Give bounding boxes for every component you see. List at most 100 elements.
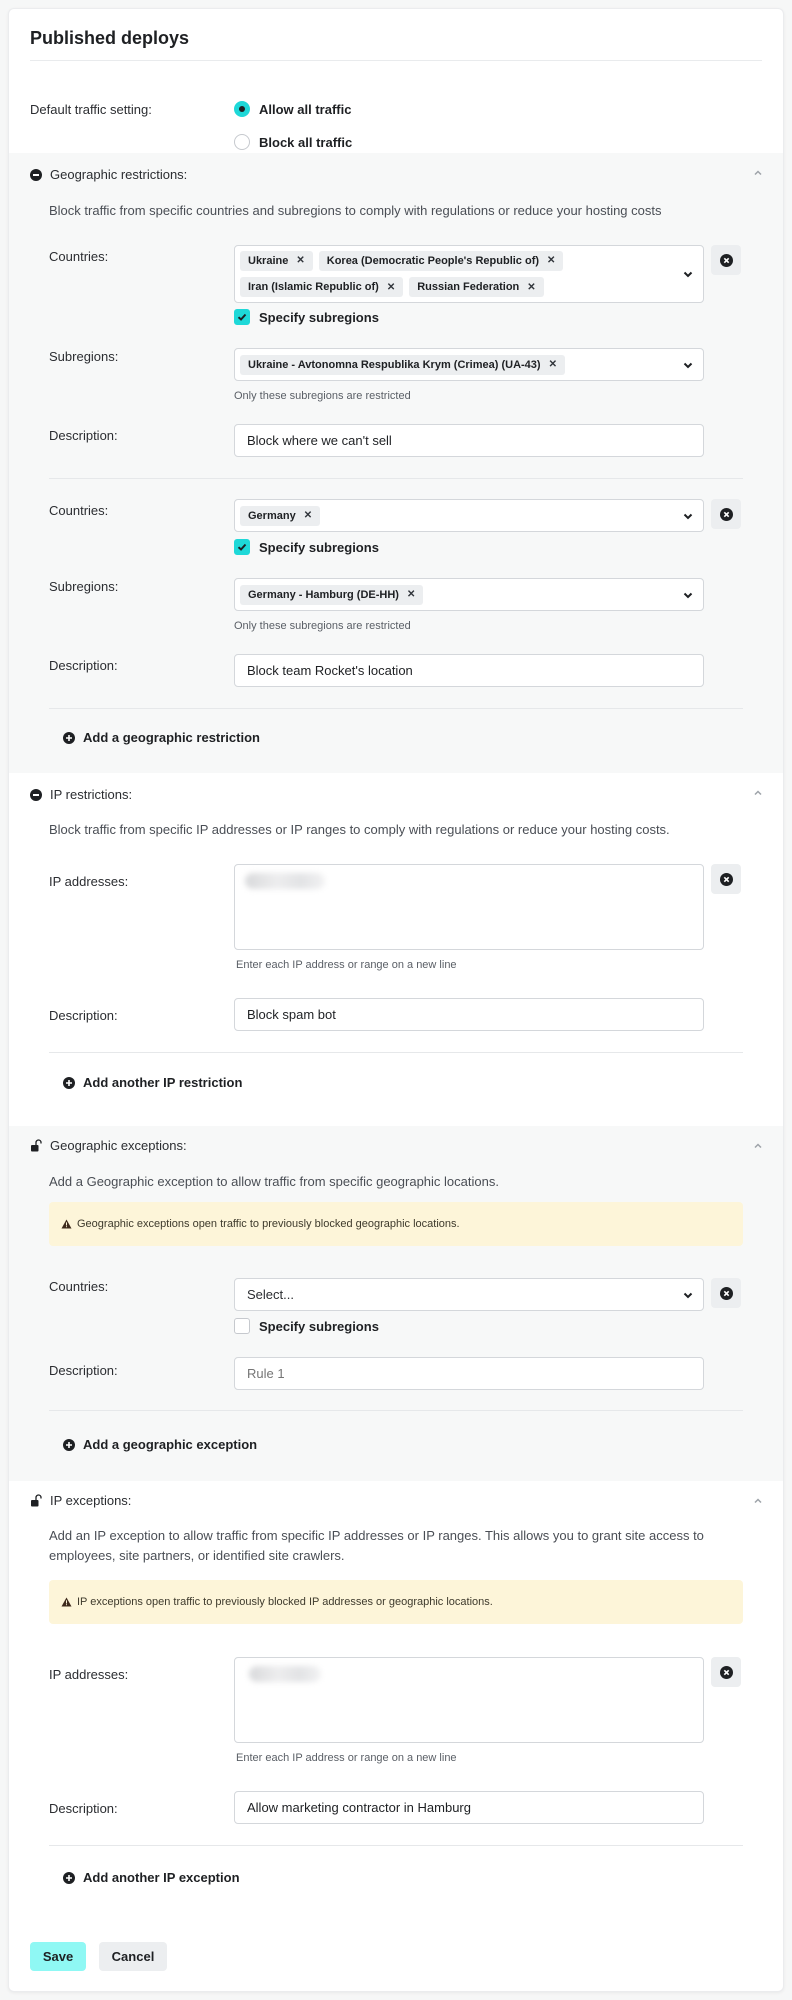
radio-selected-icon[interactable] bbox=[234, 101, 250, 117]
specify-subregions-checkbox[interactable]: Specify subregions bbox=[234, 539, 379, 555]
chevron-up-icon[interactable] bbox=[752, 167, 764, 179]
country-chip: Ukraine ✕ bbox=[240, 250, 313, 271]
close-circle-icon bbox=[719, 507, 733, 521]
countries-multiselect[interactable]: Germany ✕ bbox=[234, 499, 704, 532]
remove-rule-button[interactable] bbox=[711, 1657, 741, 1687]
remove-chip-icon[interactable]: ✕ bbox=[304, 510, 312, 521]
section-divider bbox=[49, 1845, 743, 1846]
geo-exceptions-section: Geographic exceptions: Add a Geographic … bbox=[9, 1126, 783, 1481]
page-title: Published deploys bbox=[30, 28, 190, 48]
description-label: Description: bbox=[49, 658, 118, 673]
section-description: Add a Geographic exception to allow traf… bbox=[49, 1174, 499, 1189]
cancel-button[interactable]: Cancel bbox=[99, 1942, 167, 1971]
select-placeholder: Select... bbox=[247, 1287, 294, 1302]
default-traffic-label: Default traffic setting: bbox=[30, 102, 152, 117]
geo-restrictions-section: Geographic restrictions: Block traffic f… bbox=[9, 153, 783, 773]
warning-icon bbox=[61, 1597, 72, 1607]
section-divider bbox=[49, 1410, 743, 1411]
description-input[interactable] bbox=[234, 1357, 704, 1390]
subregions-label: Subregions: bbox=[49, 349, 119, 364]
countries-multiselect[interactable]: Ukraine ✕ Korea (Democratic People's Repu… bbox=[234, 245, 704, 303]
ip-hint: Enter each IP address or range on a new … bbox=[236, 959, 457, 971]
radio-label: Allow all traffic bbox=[259, 101, 352, 117]
warning-icon bbox=[61, 1219, 72, 1229]
country-chip: Russian Federation ✕ bbox=[409, 277, 544, 298]
specify-subregions-checkbox[interactable]: Specify subregions bbox=[234, 1318, 379, 1334]
geo-restrictions-header[interactable]: Geographic restrictions: bbox=[30, 167, 187, 182]
add-geo-restriction-button[interactable]: Add a geographic restriction bbox=[63, 730, 260, 745]
ip-exceptions-header[interactable]: IP exceptions: bbox=[30, 1493, 131, 1508]
plus-circle-icon bbox=[63, 1076, 75, 1089]
remove-rule-button[interactable] bbox=[711, 1278, 741, 1308]
description-label: Description: bbox=[49, 1008, 118, 1023]
subregions-multiselect[interactable]: Germany - Hamburg (DE-HH) ✕ bbox=[234, 578, 704, 611]
remove-chip-icon[interactable]: ✕ bbox=[549, 359, 557, 370]
subregions-hint: Only these subregions are restricted bbox=[234, 390, 411, 402]
radio-block-all-traffic[interactable]: Block all traffic bbox=[234, 134, 352, 150]
chevron-down-icon[interactable] bbox=[681, 588, 695, 602]
ip-addresses-textarea[interactable] bbox=[234, 1657, 704, 1743]
chevron-up-icon[interactable] bbox=[752, 787, 764, 799]
subregion-chip: Ukraine - Avtonomna Respublika Krym (Cri… bbox=[240, 354, 565, 375]
chevron-down-icon[interactable] bbox=[681, 509, 695, 523]
section-heading: Geographic exceptions: bbox=[50, 1138, 187, 1153]
specify-subregions-checkbox[interactable]: Specify subregions bbox=[234, 309, 379, 325]
description-input[interactable]: Block spam bot bbox=[234, 998, 704, 1031]
ip-addresses-label: IP addresses: bbox=[49, 1667, 129, 1682]
chevron-down-icon[interactable] bbox=[681, 358, 695, 372]
warning-banner: Geographic exceptions open traffic to pr… bbox=[49, 1202, 743, 1246]
section-heading: Geographic restrictions: bbox=[50, 167, 188, 182]
description-input[interactable]: Block team Rocket's location bbox=[234, 654, 704, 687]
subregions-label: Subregions: bbox=[49, 579, 119, 594]
plus-circle-icon bbox=[63, 731, 75, 744]
ip-restrictions-header[interactable]: IP restrictions: bbox=[30, 787, 132, 802]
section-description: Block traffic from specific IP addresses… bbox=[49, 822, 670, 837]
close-circle-icon bbox=[719, 1665, 733, 1679]
unlock-icon bbox=[30, 1138, 42, 1153]
ip-addresses-label: IP addresses: bbox=[49, 874, 129, 889]
subregions-multiselect[interactable]: Ukraine - Avtonomna Respublika Krym (Cri… bbox=[234, 348, 704, 381]
chevron-down-icon[interactable] bbox=[681, 1288, 695, 1302]
remove-chip-icon[interactable]: ✕ bbox=[407, 589, 415, 600]
radio-unselected-icon[interactable] bbox=[234, 134, 250, 150]
geo-exceptions-header[interactable]: Geographic exceptions: bbox=[30, 1138, 187, 1153]
add-geo-exception-button[interactable]: Add a geographic exception bbox=[63, 1437, 257, 1452]
remove-rule-button[interactable] bbox=[711, 864, 741, 894]
section-description: Block traffic from specific countries an… bbox=[49, 203, 662, 218]
warning-banner: IP exceptions open traffic to previously… bbox=[49, 1580, 743, 1624]
country-chip: Iran (Islamic Republic of) ✕ bbox=[240, 277, 404, 298]
ip-addresses-textarea[interactable] bbox=[234, 864, 704, 950]
section-heading: IP restrictions: bbox=[50, 787, 133, 802]
chevron-up-icon[interactable] bbox=[752, 1140, 764, 1152]
remove-chip-icon[interactable]: ✕ bbox=[527, 282, 535, 293]
radio-allow-all-traffic[interactable]: Allow all traffic bbox=[234, 101, 351, 117]
plus-circle-icon bbox=[63, 1871, 75, 1884]
add-ip-restriction-button[interactable]: Add another IP restriction bbox=[63, 1075, 242, 1090]
description-label: Description: bbox=[49, 1801, 118, 1816]
checkbox-checked-icon[interactable] bbox=[234, 539, 250, 555]
description-label: Description: bbox=[49, 428, 118, 443]
save-button[interactable]: Save bbox=[30, 1942, 86, 1971]
add-ip-exception-button[interactable]: Add another IP exception bbox=[63, 1870, 240, 1885]
ip-restrictions-section: IP restrictions: Block traffic from spec… bbox=[9, 773, 783, 1126]
close-circle-icon bbox=[719, 1286, 733, 1300]
subregion-chip: Germany - Hamburg (DE-HH) ✕ bbox=[240, 584, 424, 605]
countries-label: Countries: bbox=[49, 503, 109, 518]
remove-chip-icon[interactable]: ✕ bbox=[296, 255, 304, 266]
rule-divider bbox=[49, 478, 743, 479]
checkbox-unchecked-icon[interactable] bbox=[234, 1318, 250, 1334]
plus-circle-icon bbox=[63, 1438, 75, 1451]
remove-chip-icon[interactable]: ✕ bbox=[547, 255, 555, 266]
chevron-up-icon[interactable] bbox=[752, 1495, 764, 1507]
remove-chip-icon[interactable]: ✕ bbox=[387, 282, 395, 293]
title-divider bbox=[30, 60, 762, 61]
description-input[interactable]: Block where we can't sell bbox=[234, 424, 704, 457]
remove-rule-button[interactable] bbox=[711, 245, 741, 275]
subregions-hint: Only these subregions are restricted bbox=[234, 620, 411, 632]
checkbox-checked-icon[interactable] bbox=[234, 309, 250, 325]
countries-select[interactable]: Select... bbox=[234, 1278, 704, 1311]
remove-rule-button[interactable] bbox=[711, 499, 741, 529]
description-input[interactable]: Allow marketing contractor in Hamburg bbox=[234, 1791, 704, 1824]
chevron-down-icon[interactable] bbox=[681, 267, 695, 281]
minus-circle-icon bbox=[30, 788, 42, 801]
